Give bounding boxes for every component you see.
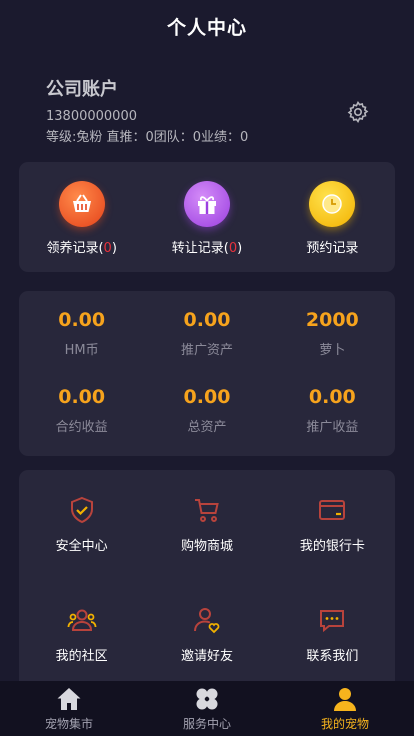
asset-label: 推广收益 bbox=[306, 420, 359, 435]
menu-label: 购物商城 bbox=[180, 539, 233, 554]
assets-card: 0.00 HM币 0.00 推广资产 2000 萝卜 0.00 合约收益 0.0… bbox=[19, 291, 395, 456]
asset-promotion-earnings: 0.00 推广收益 bbox=[270, 384, 395, 461]
asset-value: 0.00 bbox=[58, 309, 106, 331]
asset-value: 0.00 bbox=[183, 386, 231, 408]
home-icon bbox=[57, 688, 81, 710]
asset-carrot: 2000 萝卜 bbox=[270, 307, 395, 384]
asset-total: 0.00 总资产 bbox=[144, 384, 269, 461]
asset-label: 推广资产 bbox=[180, 343, 233, 358]
invite-icon bbox=[193, 608, 220, 634]
reservation-records-label: 预约记录 bbox=[306, 241, 359, 256]
page-title: 个人中心 bbox=[166, 16, 247, 39]
tab-my-pets[interactable]: 我的宠物 bbox=[276, 681, 414, 736]
profile-section: 公司账户 13800000000 等级:兔粉 直推：0团队：0业绩：0 bbox=[0, 52, 414, 160]
chat-icon bbox=[320, 610, 345, 633]
tab-label: 宠物集市 bbox=[44, 717, 93, 731]
user-icon bbox=[334, 688, 356, 711]
asset-value: 2000 bbox=[305, 309, 359, 331]
transfer-records-button[interactable]: 转让记录(0) bbox=[144, 162, 269, 272]
page-header: 个人中心 bbox=[0, 0, 414, 52]
tab-service-center[interactable]: 服务中心 bbox=[138, 681, 276, 736]
card-icon bbox=[319, 500, 346, 520]
menu-label: 我的银行卡 bbox=[299, 539, 365, 554]
clock-icon bbox=[309, 181, 356, 227]
asset-label: HM币 bbox=[64, 343, 99, 358]
transfer-records-label: 转让记录(0) bbox=[171, 241, 243, 256]
asset-value: 0.00 bbox=[183, 309, 231, 331]
menu-bank-card[interactable]: 我的银行卡 bbox=[270, 495, 395, 605]
basket-icon bbox=[58, 181, 105, 227]
menu-label: 联系我们 bbox=[306, 649, 359, 664]
asset-promotion-assets: 0.00 推广资产 bbox=[144, 307, 269, 384]
records-card: 领养记录(0) 转让记录(0) 预约记录 bbox=[19, 162, 395, 272]
menu-shopping-mall[interactable]: 购物商城 bbox=[144, 495, 269, 605]
asset-value: 0.00 bbox=[308, 386, 356, 408]
adoption-records-button[interactable]: 领养记录(0) bbox=[19, 162, 144, 272]
adoption-records-label: 领养记录(0) bbox=[46, 241, 117, 256]
asset-hm-coin: 0.00 HM币 bbox=[19, 307, 144, 384]
account-stats: 等级:兔粉 直推：0团队：0业绩：0 bbox=[46, 130, 249, 145]
asset-value: 0.00 bbox=[58, 386, 106, 408]
community-icon bbox=[67, 609, 97, 631]
bottom-tab-bar: 宠物集市 服务中心 我的宠物 bbox=[0, 681, 414, 736]
clover-icon bbox=[196, 688, 218, 710]
asset-label: 总资产 bbox=[187, 420, 227, 435]
menu-security-center[interactable]: 安全中心 bbox=[19, 495, 144, 605]
gear-icon[interactable] bbox=[346, 100, 370, 124]
asset-label: 合约收益 bbox=[55, 420, 108, 435]
tab-label: 我的宠物 bbox=[320, 717, 369, 731]
cart-icon bbox=[194, 499, 219, 522]
shield-icon bbox=[70, 496, 93, 524]
tab-label: 服务中心 bbox=[182, 717, 231, 731]
account-name: 公司账户 bbox=[46, 79, 118, 100]
reservation-records-button[interactable]: 预约记录 bbox=[270, 162, 395, 272]
menu-label: 安全中心 bbox=[55, 539, 108, 554]
menu-label: 邀请好友 bbox=[180, 649, 233, 664]
menu-card: 安全中心 购物商城 我的银行卡 我的社区 邀请好友 联系我们 bbox=[19, 470, 395, 700]
asset-label: 萝卜 bbox=[319, 343, 346, 358]
menu-label: 我的社区 bbox=[55, 649, 108, 664]
asset-contract-earnings: 0.00 合约收益 bbox=[19, 384, 144, 461]
tab-pet-market[interactable]: 宠物集市 bbox=[0, 681, 138, 736]
gift-icon bbox=[183, 181, 230, 227]
